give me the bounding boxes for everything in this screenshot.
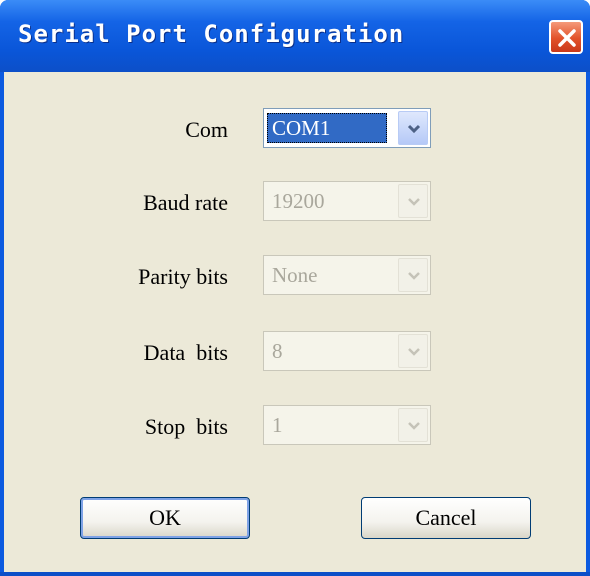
close-x-icon [558,29,576,47]
com-dropdown-button[interactable] [398,111,428,145]
window-bottom-border [0,572,590,576]
chevron-down-icon [408,348,420,356]
data-bits-label: Data bits [143,340,228,365]
parity-bits-select[interactable]: None [263,255,431,295]
chevron-down-icon [407,124,421,134]
ok-button[interactable]: OK [80,497,250,539]
close-button[interactable] [549,20,583,54]
parity-bits-dropdown-button[interactable] [398,258,428,292]
title-bar[interactable]: Serial Port Configuration [0,0,590,72]
dialog-window: Serial Port Configuration Com COM1 Baud … [0,0,590,576]
com-select[interactable]: COM1 [263,108,431,148]
com-label: Com [185,117,228,142]
data-bits-select[interactable]: 8 [263,331,431,371]
window-title: Serial Port Configuration [18,20,405,48]
stop-bits-dropdown-button[interactable] [398,408,428,442]
baud-rate-value: 19200 [272,189,325,213]
stop-bits-label: Stop bits [144,414,228,439]
stop-bits-select[interactable]: 1 [263,405,431,445]
cancel-button[interactable]: Cancel [361,497,531,539]
baud-rate-dropdown-button[interactable] [398,184,428,218]
stop-bits-value: 1 [272,413,283,437]
data-bits-value: 8 [272,339,283,363]
baud-rate-label: Baud rate [143,190,228,215]
com-value: COM1 [267,113,387,143]
baud-rate-select[interactable]: 19200 [263,181,431,221]
parity-bits-label: Parity bits [138,264,228,289]
parity-bits-value: None [272,263,318,287]
chevron-down-icon [408,272,420,280]
chevron-down-icon [408,422,420,430]
data-bits-dropdown-button[interactable] [398,334,428,368]
chevron-down-icon [408,198,420,206]
